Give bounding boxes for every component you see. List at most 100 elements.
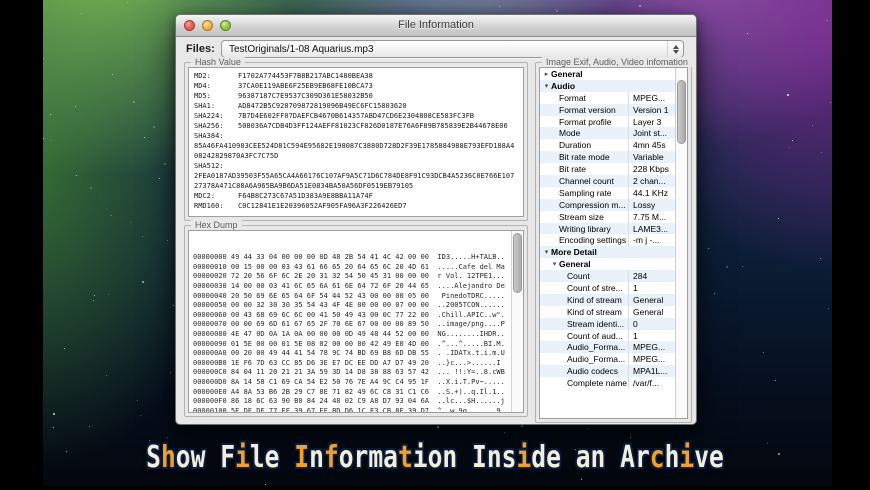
property-value: MPEG... [628, 341, 676, 354]
media-info-scrollbar[interactable] [675, 68, 687, 418]
tree-property-row[interactable]: Count of stre... 1 [540, 282, 676, 294]
tree-property-row[interactable]: Count of aud... 1 [540, 329, 676, 342]
hex-dump-line: 00000050 00 00 32 30 30 35 54 43 4F 4E 0… [193, 301, 505, 310]
caption-text: Show File Information Inside an Archive [146, 440, 724, 475]
property-name: Format profile [559, 116, 612, 127]
property-name: More Detail [551, 247, 597, 258]
disclosure-triangle-icon[interactable]: ▸ [542, 70, 551, 78]
hex-dump-line: 000000D0 8A 14 58 C1 69 CA 54 E2 50 76 7… [193, 377, 505, 386]
tree-property-row[interactable]: Compression m... Lossy [540, 198, 676, 211]
property-value: Layer 3 [628, 115, 676, 128]
close-button[interactable] [184, 20, 195, 31]
media-info-scroll-thumb[interactable] [677, 80, 686, 144]
hash-entry-sha1: SHA1: AD8472B5C920709872819096B49EC6FC158… [194, 101, 518, 111]
hash-entry-rmd160: RMD160: C0C12841E1E20396052AF905FA96A3F22… [194, 201, 518, 211]
files-row: Files: TestOriginals/1-08 Aquarius.mp3 [186, 40, 684, 58]
letterbox-bottom [0, 486, 870, 490]
property-value: Joint st... [628, 127, 676, 140]
tree-property-row[interactable]: Kind of stream General [540, 293, 676, 306]
tree-property-row[interactable]: Format version Version 1 [540, 103, 676, 116]
tree-group-row[interactable]: ▸ General [540, 68, 676, 80]
letterbox-left [0, 0, 43, 490]
traffic-lights [184, 20, 231, 31]
tree-group-row[interactable]: ▾ More Detail [540, 246, 676, 259]
property-name: Count of stre... [567, 282, 623, 293]
tree-property-row[interactable]: Format profile Layer 3 [540, 115, 676, 128]
hex-dump-line: 00000080 4E 47 0D 0A 1A 0A 00 00 00 0D 4… [193, 329, 505, 338]
tree-property-row[interactable]: Sampling rate 44.1 KHz [540, 186, 676, 199]
media-info-box: ▸ General ▾ Audio Format MPEG... Format versio… [539, 67, 688, 419]
property-name: Channel count [559, 175, 614, 186]
hex-dump-line: 00000030 14 00 00 03 41 6C 65 6A 61 6E 6… [193, 281, 505, 290]
tree-property-row[interactable]: Bit rate 228 Kbps [540, 163, 676, 176]
tree-property-row[interactable]: Writing library LAME3... [540, 222, 676, 235]
hash-value: F1702A774453F7B8B217ABC1480BEA38 [238, 72, 373, 80]
hex-dump-line: 00000070 00 00 69 6D 61 67 65 2F 70 6E 6… [193, 320, 505, 329]
hash-label: MDC2: [194, 192, 216, 200]
tree-group-row[interactable]: ▾ General [540, 258, 676, 270]
property-value: Version 1 [628, 103, 676, 116]
tree-property-row[interactable]: Stream size 7.75 M... [540, 210, 676, 223]
hash-label: SHA384: [194, 132, 224, 140]
disclosure-triangle-icon[interactable]: ▾ [542, 82, 551, 90]
tree-property-row[interactable]: Audio_Forma... MPEG... [540, 353, 676, 366]
hash-value: F64B8C273C67A51D383A9E8BBA11A74F [238, 192, 373, 200]
tree-property-row[interactable]: Duration 4mn 45s [540, 139, 676, 152]
tree-property-row[interactable]: Audio_Forma... MPEG... [540, 341, 676, 354]
window-title: File Information [398, 19, 474, 31]
tree-property-row[interactable]: Bit rate mode Variable [540, 151, 676, 164]
hex-dump-line: 00000040 20 50 69 6E 65 64 6F 54 44 52 4… [193, 291, 505, 300]
tree-property-row[interactable]: Audio codecs MPA1L... [540, 365, 676, 378]
disclosure-triangle-icon[interactable]: ▾ [550, 260, 559, 268]
hex-dump-line: 00000010 00 15 00 00 03 43 61 66 65 20 6… [193, 262, 505, 271]
tree-property-row[interactable]: Format MPEG... [540, 91, 676, 104]
tree-property-row[interactable]: Mode Joint st... [540, 127, 676, 140]
file-information-window: File Information Files: TestOriginals/1-… [175, 14, 697, 425]
hex-dump-line: 00000090 01 5E 00 00 01 5E 08 02 00 00 0… [193, 339, 505, 348]
property-name: General [551, 68, 583, 79]
tree-group-row[interactable]: ▾ Audio [540, 79, 676, 92]
hex-dump-scrollbar[interactable] [511, 231, 523, 412]
disclosure-triangle-icon[interactable]: ▾ [542, 248, 551, 256]
hash-entry-sha224: SHA224: 7B7D4E602FF07DAEFCB4670B614357ABD… [194, 111, 518, 121]
tree-property-row[interactable]: Kind of stream General [540, 305, 676, 318]
hex-dump-line: 000000B0 1E F6 7D 63 CC 85 D6 3E E7 DC E… [193, 358, 505, 367]
tree-property-row[interactable]: Encoding settings -m j -... [540, 234, 676, 247]
tree-property-row[interactable]: Count 284 [540, 270, 676, 283]
hash-value: 2FEA0187AD39503F55A65CA4A66176C107AF9A5C… [194, 172, 515, 190]
files-dropdown-value: TestOriginals/1-08 Aquarius.mp3 [229, 43, 374, 55]
property-name: Bit rate [559, 164, 586, 175]
hash-value-section: Hash Value MD2: F1702A774453F7B8B217ABC14… [184, 57, 528, 221]
hash-label: SHA1: [194, 102, 216, 110]
property-value: 1 [628, 329, 676, 342]
property-value: LAME3... [628, 222, 676, 235]
hash-entry-md4: MD4: 37CA0E119ABE6F25EB9EB68FE10BCA73 [194, 81, 518, 91]
minimize-button[interactable] [202, 20, 213, 31]
tree-property-row[interactable]: Complete name/var/f... [540, 377, 676, 390]
hex-dump-line: 000000C0 84 04 11 20 21 21 3A 59 3D 14 D… [193, 368, 505, 377]
property-name: Audio_Forma... [567, 354, 626, 365]
property-name: Bit rate mode [559, 152, 610, 163]
hex-dump-line: 00000020 72 20 56 6F 6C 2E 20 31 32 54 5… [193, 272, 505, 281]
property-name: Count of aud... [567, 330, 623, 341]
property-name: Audio_Forma... [567, 342, 626, 353]
hash-value: 96387187C7E9537C309D361E58032B50 [238, 92, 373, 100]
hash-entry-sha512: SHA512: 2FEA0187AD39503F55A65CA4A66176C10… [194, 161, 518, 191]
window-titlebar[interactable]: File Information [176, 15, 696, 37]
property-value: /var/f... [628, 377, 676, 390]
hash-value-section-title: Hash Value [191, 57, 245, 67]
zoom-button[interactable] [220, 20, 231, 31]
property-name: Kind of stream [567, 294, 622, 305]
dropdown-stepper-icon [667, 41, 683, 57]
hex-dump-scroll-thumb[interactable] [513, 233, 522, 293]
hash-value: 508036A7CDB4D3FF124AEFF81023CF826D0187E7… [238, 122, 508, 130]
hash-entry-sha256: SHA256: 508036A7CDB4D3FF124AEFF81023CF826… [194, 121, 518, 131]
hash-label: MD5: [194, 92, 211, 100]
tree-property-row[interactable]: Channel count 2 chan... [540, 175, 676, 187]
hex-dump-line: 00000100 5E DF DF 77 EF 39 67 EF BD D6 1… [193, 406, 505, 413]
tree-property-row[interactable]: Stream identi... 0 [540, 317, 676, 330]
files-dropdown[interactable]: TestOriginals/1-08 Aquarius.mp3 [221, 40, 684, 58]
property-value: 44.1 KHz [628, 186, 676, 199]
hash-value-box: MD2: F1702A774453F7B8B217ABC1480BEA38 MD4:… [188, 67, 524, 217]
property-value: General [628, 293, 676, 306]
